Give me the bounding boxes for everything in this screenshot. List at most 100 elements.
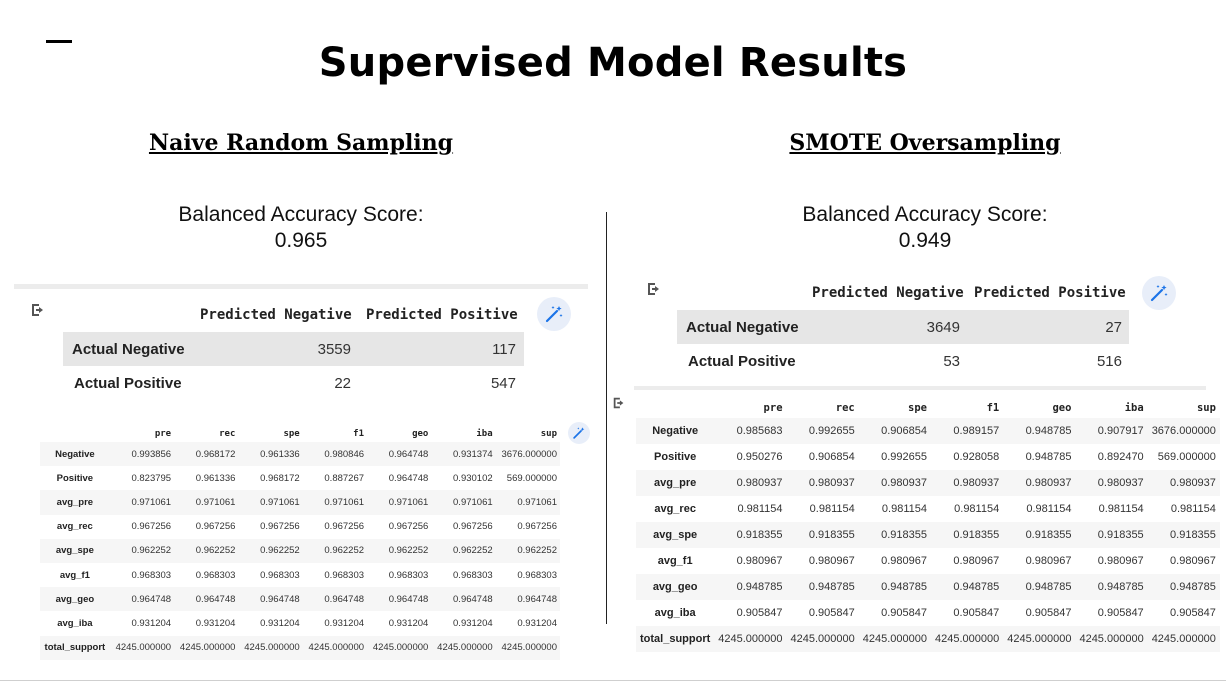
report-cell: 0.948785 bbox=[1003, 418, 1076, 444]
report-cell: 0.981154 bbox=[1170, 503, 1216, 515]
report-cell: 0.962252 bbox=[367, 538, 432, 563]
report-row-label: total_support bbox=[40, 635, 110, 660]
magic-wand-icon[interactable] bbox=[537, 297, 571, 331]
report-row-label: avg_pre bbox=[40, 490, 110, 515]
report-cell: 0.980967 bbox=[1170, 555, 1216, 567]
cm-row-label: Actual Negative bbox=[72, 340, 185, 358]
report-cell: 0.906854 bbox=[858, 418, 931, 444]
smote-bas-block: Balanced Accuracy Score: 0.949 bbox=[725, 202, 1125, 254]
report-col-header: iba bbox=[1124, 402, 1144, 414]
cm-row: Actual Positive 53 516 bbox=[677, 344, 1129, 378]
report-cell: 0.980937 bbox=[858, 470, 931, 496]
table-row: avg_pre 0.971061 0.971061 0.971061 0.971061 0… bbox=[40, 490, 560, 515]
cm-cell: 22 bbox=[334, 374, 351, 392]
report-cell: 569.000000 bbox=[1157, 451, 1216, 463]
table-row: Negative 0.993856 0.968172 0.961336 0.980846… bbox=[40, 442, 560, 467]
report-cell: 0.950276 bbox=[736, 451, 783, 463]
cm-cell: 547 bbox=[490, 374, 516, 392]
report-cell: 0.980967 bbox=[1097, 555, 1144, 567]
smote-classification-report-table: pre rec spe f1 geo iba sup Negative 0.985683 0.9… bbox=[636, 398, 1220, 652]
report-cell: 4245.000000 bbox=[1147, 626, 1220, 652]
report-cell: 569.000000 bbox=[506, 472, 557, 484]
report-cell: 0.968172 bbox=[260, 472, 300, 484]
report-cell: 0.964748 bbox=[431, 587, 496, 612]
report-cell: 0.948785 bbox=[1025, 451, 1072, 463]
report-cell: 0.964748 bbox=[174, 587, 239, 612]
report-corner-cell bbox=[636, 398, 714, 418]
report-cell: 4245.000000 bbox=[109, 635, 175, 660]
table-row: avg_iba 0.905847 0.905847 0.905847 0.905847 0… bbox=[636, 600, 1220, 626]
report-cell: 0.980846 bbox=[302, 442, 368, 467]
report-cell: 0.931374 bbox=[431, 442, 496, 467]
table-row: total_support 4245.000000 4245.000000 4245.… bbox=[40, 635, 560, 660]
report-cell: 0.971061 bbox=[495, 490, 560, 515]
cm-col-header-predicted-negative: Predicted Negative bbox=[200, 307, 352, 323]
report-cell: 0.931204 bbox=[260, 617, 300, 629]
table-row: avg_geo 0.948785 0.948785 0.948785 0.948785 0… bbox=[636, 574, 1220, 600]
report-cell: 0.981154 bbox=[737, 503, 783, 515]
cm-row-label: Actual Positive bbox=[74, 374, 182, 392]
report-cell: 0.962252 bbox=[109, 538, 175, 563]
output-arrow-icon[interactable] bbox=[612, 396, 626, 410]
cm-cell: 53 bbox=[943, 352, 960, 370]
report-col-header: spe bbox=[283, 429, 300, 439]
report-cell: 0.918355 bbox=[930, 522, 1004, 548]
report-cell: 0.918355 bbox=[786, 522, 859, 548]
report-row-label: avg_f1 bbox=[657, 555, 693, 567]
report-cell: 0.961336 bbox=[195, 472, 236, 484]
report-row-label: avg_rec bbox=[56, 521, 93, 533]
report-cell: 0.989157 bbox=[930, 418, 1004, 444]
cm-col-header-predicted-positive: Predicted Positive bbox=[974, 285, 1126, 301]
report-cell: 0.981154 bbox=[881, 503, 927, 515]
section-divider bbox=[606, 212, 607, 624]
report-cell: 0.980937 bbox=[714, 470, 787, 496]
report-col-header: f1 bbox=[986, 402, 1000, 414]
report-cell: 0.948785 bbox=[930, 574, 1004, 600]
cm-row: Actual Positive 22 547 bbox=[63, 366, 524, 400]
table-row: avg_f1 0.968303 0.968303 0.968303 0.968303 0.… bbox=[40, 563, 560, 587]
report-cell: 0.905847 bbox=[1097, 607, 1144, 619]
report-cell: 4245.000000 bbox=[174, 635, 239, 660]
report-cell: 0.971061 bbox=[238, 490, 303, 515]
report-cell: 0.905847 bbox=[808, 607, 855, 619]
report-cell: 0.905847 bbox=[881, 607, 927, 619]
report-row-label: Negative bbox=[40, 442, 110, 467]
report-cell: 0.905847 bbox=[1170, 607, 1216, 619]
report-row-label: Negative bbox=[636, 418, 715, 444]
report-cell: 0.931204 bbox=[324, 617, 365, 629]
report-cell: 0.964748 bbox=[302, 587, 368, 612]
report-cell: 0.980967 bbox=[808, 555, 855, 567]
report-cell: 4245.000000 bbox=[431, 635, 496, 660]
report-cell: 0.906854 bbox=[808, 451, 855, 463]
table-row: avg_pre 0.980937 0.980937 0.980937 0.980937 0… bbox=[636, 470, 1220, 496]
report-cell: 0.993856 bbox=[109, 442, 175, 467]
report-row-label: avg_iba bbox=[654, 607, 696, 619]
report-cell: 3676.000000 bbox=[495, 442, 560, 467]
report-cell: 0.968303 bbox=[388, 569, 429, 581]
report-cell: 0.930102 bbox=[453, 472, 493, 484]
report-cell: 0.971061 bbox=[174, 490, 239, 515]
magic-wand-icon[interactable] bbox=[568, 422, 590, 444]
report-cell: 0.980937 bbox=[1075, 470, 1148, 496]
cm-row: Actual Negative 3559 117 bbox=[63, 332, 524, 366]
cm-row-label: Actual Negative bbox=[686, 318, 799, 336]
report-cell: 4245.000000 bbox=[858, 626, 931, 652]
report-row-label: Positive bbox=[654, 451, 697, 463]
report-cell: 0.964748 bbox=[238, 587, 303, 612]
magic-wand-icon[interactable] bbox=[1142, 276, 1176, 310]
notebook-cell-strip bbox=[634, 386, 1206, 390]
report-cell: 4245.000000 bbox=[1003, 626, 1076, 652]
output-arrow-icon[interactable] bbox=[646, 281, 662, 297]
report-cell: 0.967256 bbox=[131, 521, 172, 533]
report-cell: 0.962252 bbox=[302, 538, 368, 563]
report-col-header: geo bbox=[412, 429, 429, 439]
output-arrow-icon[interactable] bbox=[30, 302, 46, 318]
smote-oversampling-heading: SMOTE Oversampling bbox=[789, 130, 1061, 156]
cm-row: Actual Negative 3649 27 bbox=[677, 310, 1129, 344]
report-cell: 0.981154 bbox=[954, 503, 1000, 515]
table-row: avg_iba 0.931204 0.931204 0.931204 0.931204 0… bbox=[40, 611, 560, 635]
report-cell: 0.948785 bbox=[714, 574, 787, 600]
report-cell: 0.968303 bbox=[324, 569, 365, 581]
report-cell: 0.971061 bbox=[431, 490, 496, 515]
naive-bas-block: Balanced Accuracy Score: 0.965 bbox=[101, 202, 501, 254]
